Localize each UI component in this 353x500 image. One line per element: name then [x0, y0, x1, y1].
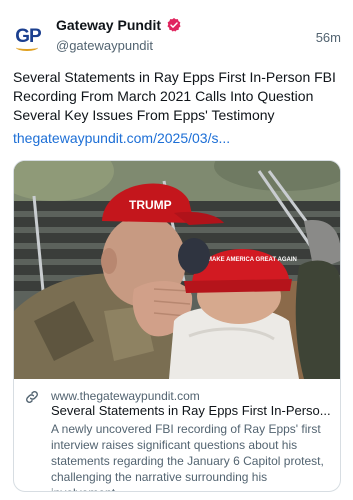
card-description: A newly uncovered FBI recording of Ray E… — [51, 422, 324, 491]
card-domain: www.thegatewaypundit.com — [51, 389, 200, 403]
avatar[interactable]: GP — [12, 20, 44, 52]
author-handle[interactable]: @gatewaypundit — [56, 38, 153, 53]
card-title[interactable]: Several Statements in Ray Epps First In-… — [51, 403, 331, 418]
avatar-logo-text: GP — [15, 25, 41, 47]
post-link[interactable]: thegatewaypundit.com/2025/03/s... — [13, 130, 230, 146]
hat1-text: TRUMP — [129, 198, 172, 212]
link-preview-card[interactable]: TRUMP MAKE AMERICA GREAT AGAIN www.thega… — [13, 160, 341, 492]
post-header: GP Gateway Pundit @gatewaypundit 56m — [12, 14, 343, 58]
post-timestamp[interactable]: 56m — [316, 30, 341, 45]
card-meta[interactable]: www.thegatewaypundit.com Several Stateme… — [14, 379, 340, 491]
card-photo: TRUMP MAKE AMERICA GREAT AGAIN — [14, 161, 340, 379]
card-image: TRUMP MAKE AMERICA GREAT AGAIN — [14, 161, 340, 379]
hat2-text: MAKE AMERICA GREAT AGAIN — [207, 257, 297, 263]
link-icon — [26, 391, 38, 403]
avatar-swoosh — [16, 44, 38, 51]
post-text: Several Statements in Ray Epps First In-… — [13, 69, 336, 123]
author-name[interactable]: Gateway Pundit — [56, 17, 161, 33]
verified-badge-icon — [167, 18, 181, 32]
name-row: Gateway Pundit — [56, 17, 182, 33]
